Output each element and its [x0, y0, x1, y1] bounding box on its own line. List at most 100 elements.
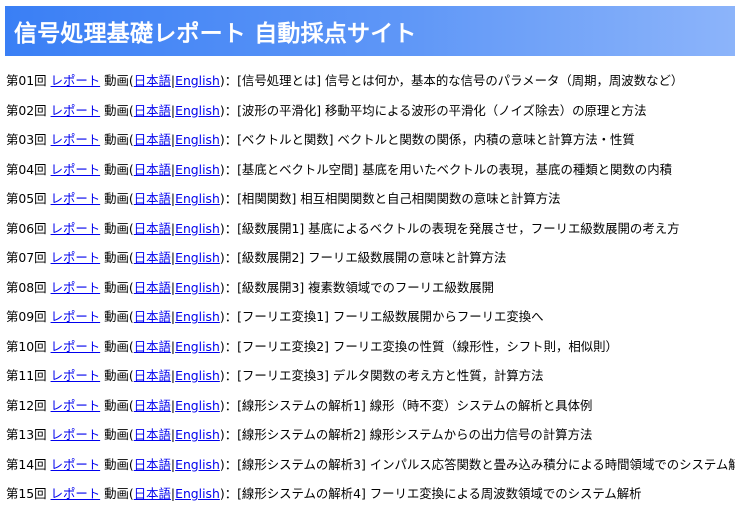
- lecture-row: 第02回 レポート 動画(日本語|English)：[波形の平滑化] 移動平均による…: [6, 100, 735, 130]
- lecture-row: 第09回 レポート 動画(日本語|English)：[フーリエ変換1] フーリエ級数…: [6, 306, 735, 336]
- video-label: 動画: [104, 250, 129, 265]
- report-link[interactable]: レポート: [51, 250, 101, 265]
- video-japanese-link[interactable]: 日本語: [134, 73, 171, 88]
- lecture-topic: [級数展開1] 基底によるベクトルの表現を発展させ，フーリエ級数展開の考え方: [237, 220, 680, 236]
- video-english-link[interactable]: English: [175, 162, 220, 177]
- video-label: 動画: [104, 368, 129, 383]
- colon: ：: [224, 161, 238, 177]
- colon: ：: [224, 397, 238, 413]
- report-link[interactable]: レポート: [51, 398, 101, 413]
- lecture-number: 第10回: [6, 338, 47, 354]
- lecture-topic: [級数展開2] フーリエ級数展開の意味と計算方法: [237, 250, 507, 265]
- video-label: 動画: [104, 102, 129, 118]
- video-label: 動画: [104, 132, 129, 147]
- video-japanese-link[interactable]: 日本語: [134, 221, 171, 236]
- colon: ：: [224, 191, 238, 206]
- page-title: 信号処理基礎レポート 自動採点サイト: [14, 21, 417, 47]
- colon: ：: [224, 132, 238, 147]
- video-english-link[interactable]: English: [175, 221, 220, 236]
- video-english-link[interactable]: English: [175, 250, 220, 265]
- video-label: 動画: [104, 73, 129, 88]
- report-link[interactable]: レポート: [51, 339, 101, 354]
- video-label: 動画: [104, 338, 129, 354]
- video-label: 動画: [104, 220, 129, 236]
- video-english-link[interactable]: English: [175, 132, 220, 147]
- lecture-number: 第13回: [6, 427, 47, 442]
- lecture-number: 第04回: [6, 161, 47, 177]
- video-english-link[interactable]: English: [175, 339, 220, 354]
- video-label: 動画: [104, 427, 129, 442]
- video-japanese-link[interactable]: 日本語: [134, 132, 171, 147]
- lecture-topic: [基底とベクトル空間] 基底を用いたベクトルの表現，基底の種類と関数の内積: [237, 161, 672, 177]
- video-japanese-link[interactable]: 日本語: [134, 162, 171, 177]
- lecture-number: 第05回: [6, 191, 47, 206]
- report-link[interactable]: レポート: [51, 132, 101, 147]
- video-english-link[interactable]: English: [175, 191, 220, 206]
- lecture-topic: [ベクトルと関数] ベクトルと関数の関係，内積の意味と計算方法・性質: [237, 132, 635, 147]
- video-english-link[interactable]: English: [175, 486, 220, 501]
- colon: ：: [224, 338, 238, 354]
- lecture-list: 第01回 レポート 動画(日本語|English)：[信号処理とは] 信号とは何か，…: [6, 70, 735, 513]
- video-japanese-link[interactable]: 日本語: [134, 427, 171, 442]
- video-japanese-link[interactable]: 日本語: [134, 398, 171, 413]
- video-english-link[interactable]: English: [175, 103, 220, 118]
- video-japanese-link[interactable]: 日本語: [134, 309, 171, 324]
- lecture-topic: [線形システムの解析3] インパルス応答関数と畳み込み積分による時間領域でのシス…: [237, 456, 735, 472]
- lecture-topic: [線形システムの解析2] 線形システムからの出力信号の計算方法: [237, 427, 593, 442]
- report-link[interactable]: レポート: [51, 368, 101, 383]
- colon: ：: [224, 102, 238, 118]
- colon: ：: [224, 368, 238, 383]
- lecture-topic: [フーリエ変換2] フーリエ変換の性質（線形性，シフト則，相似則）: [237, 338, 618, 354]
- report-link[interactable]: レポート: [51, 73, 101, 88]
- lecture-row: 第01回 レポート 動画(日本語|English)：[信号処理とは] 信号とは何か，…: [6, 70, 735, 100]
- report-link[interactable]: レポート: [51, 457, 101, 472]
- report-link[interactable]: レポート: [51, 103, 101, 118]
- lecture-row: 第10回 レポート 動画(日本語|English)：[フーリエ変換2] フーリエ変換…: [6, 336, 735, 366]
- report-link[interactable]: レポート: [51, 162, 101, 177]
- report-link[interactable]: レポート: [51, 221, 101, 236]
- video-japanese-link[interactable]: 日本語: [134, 368, 171, 383]
- report-link[interactable]: レポート: [51, 280, 101, 295]
- report-link[interactable]: レポート: [51, 309, 101, 324]
- colon: ：: [224, 486, 238, 501]
- report-link[interactable]: レポート: [51, 486, 101, 501]
- colon: ：: [224, 427, 238, 442]
- video-english-link[interactable]: English: [175, 457, 220, 472]
- lecture-row: 第05回 レポート 動画(日本語|English)：[相関関数] 相互相関関数と自己…: [6, 188, 735, 218]
- lecture-row: 第13回 レポート 動画(日本語|English)：[線形システムの解析2] 線形シ…: [6, 424, 735, 454]
- video-english-link[interactable]: English: [175, 309, 220, 324]
- lecture-row: 第11回 レポート 動画(日本語|English)：[フーリエ変換3] デルタ関数の…: [6, 365, 735, 395]
- video-label: 動画: [104, 456, 129, 472]
- report-link[interactable]: レポート: [51, 191, 101, 206]
- report-link[interactable]: レポート: [51, 427, 101, 442]
- video-label: 動画: [104, 486, 129, 501]
- video-english-link[interactable]: English: [175, 73, 220, 88]
- lecture-number: 第09回: [6, 309, 47, 324]
- video-label: 動画: [104, 161, 129, 177]
- video-japanese-link[interactable]: 日本語: [134, 191, 171, 206]
- lecture-row: 第14回 レポート 動画(日本語|English)：[線形システムの解析3] インパ…: [6, 454, 735, 484]
- video-english-link[interactable]: English: [175, 280, 220, 295]
- video-label: 動画: [104, 279, 129, 295]
- page-header: 信号処理基礎レポート 自動採点サイト: [5, 6, 735, 56]
- video-english-link[interactable]: English: [175, 427, 220, 442]
- video-english-link[interactable]: English: [175, 368, 220, 383]
- lecture-topic: [波形の平滑化] 移動平均による波形の平滑化（ノイズ除去）の原理と方法: [237, 102, 647, 118]
- lecture-row: 第12回 レポート 動画(日本語|English)：[線形システムの解析1] 線形（…: [6, 395, 735, 425]
- lecture-number: 第07回: [6, 250, 47, 265]
- video-japanese-link[interactable]: 日本語: [134, 280, 171, 295]
- video-japanese-link[interactable]: 日本語: [134, 457, 171, 472]
- video-japanese-link[interactable]: 日本語: [134, 103, 171, 118]
- lecture-topic: [フーリエ変換3] デルタ関数の考え方と性質，計算方法: [237, 368, 544, 383]
- colon: ：: [224, 309, 238, 324]
- video-japanese-link[interactable]: 日本語: [134, 339, 171, 354]
- lecture-row: 第06回 レポート 動画(日本語|English)：[級数展開1] 基底によるベクト…: [6, 218, 735, 248]
- video-japanese-link[interactable]: 日本語: [134, 486, 171, 501]
- lecture-topic: [線形システムの解析1] 線形（時不変）システムの解析と具体例: [237, 397, 593, 413]
- video-english-link[interactable]: English: [175, 398, 220, 413]
- colon: ：: [224, 73, 238, 88]
- video-japanese-link[interactable]: 日本語: [134, 250, 171, 265]
- lecture-topic: [線形システムの解析4] フーリエ変換による周波数領域でのシステム解析: [237, 486, 642, 501]
- lecture-topic: [フーリエ変換1] フーリエ級数展開からフーリエ変換へ: [237, 309, 544, 324]
- video-label: 動画: [104, 309, 129, 324]
